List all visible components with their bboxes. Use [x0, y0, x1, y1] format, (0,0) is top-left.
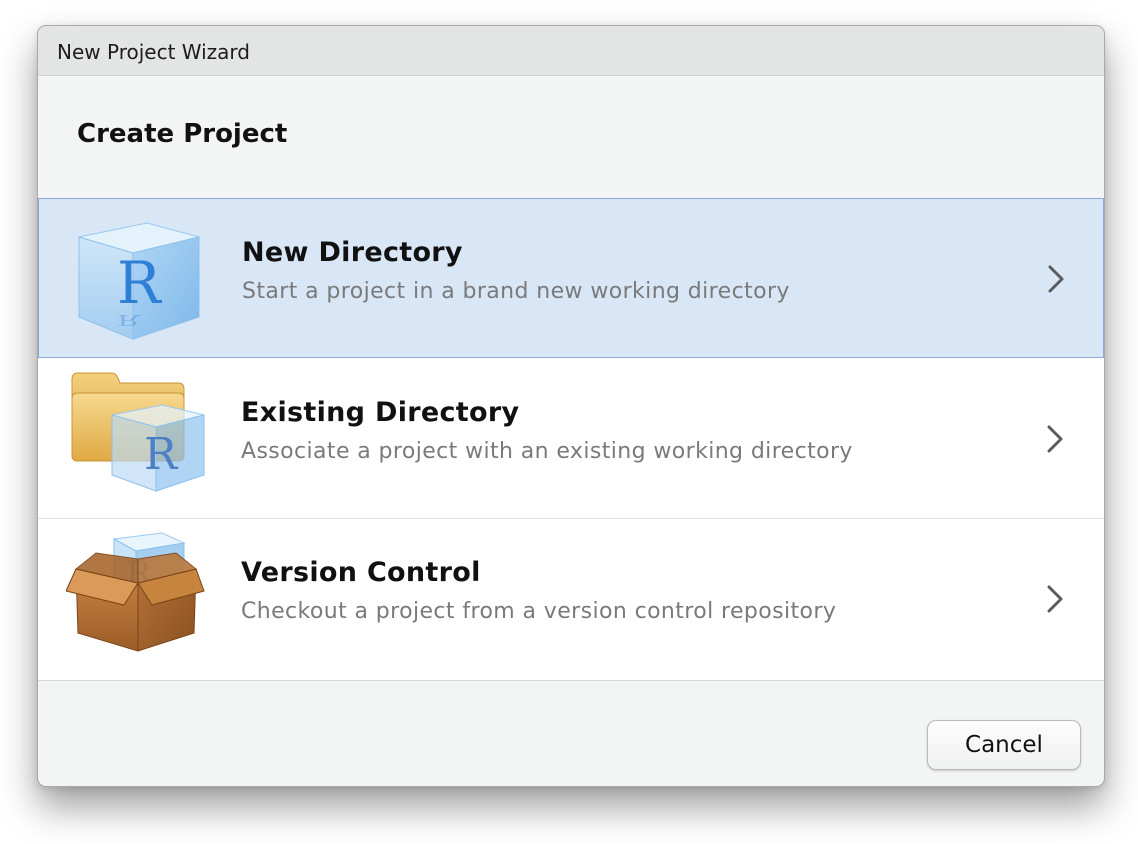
- option-title: Version Control: [241, 557, 481, 588]
- cancel-button[interactable]: Cancel: [927, 720, 1081, 770]
- page-title: Create Project: [77, 119, 288, 149]
- svg-text:R: R: [144, 429, 179, 480]
- chevron-right-icon: [1047, 585, 1063, 613]
- option-new-directory[interactable]: R R New Directory Start a project in a b…: [38, 198, 1104, 358]
- new-project-wizard-dialog: New Project Wizard Create Project R R Ne…: [37, 25, 1105, 787]
- window-titlebar[interactable]: New Project Wizard: [38, 26, 1104, 76]
- option-description: Checkout a project from a version contro…: [241, 599, 837, 624]
- box-r-icon: R: [66, 532, 205, 652]
- option-version-control[interactable]: R Version Control Checkout a project fro…: [38, 519, 1104, 679]
- folder-r-icon: R: [71, 372, 205, 492]
- chevron-right-icon: [1047, 425, 1063, 453]
- window-title: New Project Wizard: [57, 40, 250, 64]
- option-title: New Directory: [242, 237, 463, 268]
- r-cube-icon: R R: [78, 222, 200, 340]
- option-description: Start a project in a brand new working d…: [242, 279, 790, 304]
- option-description: Associate a project with an existing wor…: [241, 439, 853, 464]
- option-existing-directory[interactable]: R Existing Directory Associate a project…: [38, 359, 1104, 519]
- project-type-list: R R New Directory Start a project in a b…: [38, 198, 1104, 681]
- svg-text:R: R: [117, 311, 141, 329]
- svg-text:R: R: [117, 249, 163, 317]
- option-title: Existing Directory: [241, 397, 520, 428]
- chevron-right-icon: [1048, 265, 1064, 293]
